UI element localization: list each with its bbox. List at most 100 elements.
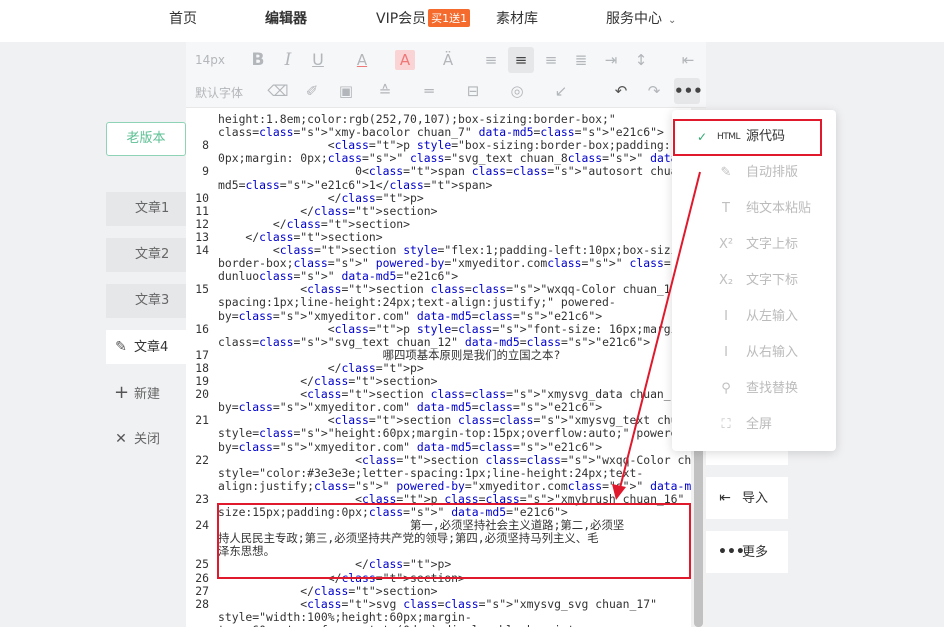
- menu-item-superscript[interactable]: X² 文字上标: [672, 227, 836, 263]
- line-number: 23: [195, 491, 209, 506]
- superscript-icon: X²: [718, 237, 734, 252]
- menu-item-label: 从左输入: [746, 309, 799, 324]
- chevron-down-icon: ⌄: [668, 15, 677, 26]
- line-number: 16: [195, 321, 209, 336]
- new-article-label: 新建: [134, 387, 161, 402]
- line-number: 12: [195, 216, 209, 231]
- bold-icon[interactable]: B: [245, 47, 271, 73]
- close-article-label: 关闭: [134, 432, 161, 447]
- nav-service-label: 服务中心: [606, 11, 662, 27]
- code-text: 0<class="t">span class=class="s">"autoso…: [218, 164, 691, 179]
- new-article-button[interactable]: + 新建: [106, 376, 186, 410]
- eraser-icon[interactable]: ⌫: [265, 78, 291, 104]
- code-text: by=class="s">"xmyeditor.com" data-md5=cl…: [218, 308, 603, 323]
- line-number: 14: [195, 243, 209, 257]
- underline-icon[interactable]: U: [305, 47, 331, 73]
- code-text: <class="t">svg class=class="s">"xmysvg_s…: [218, 596, 657, 611]
- redo-icon[interactable]: ↷: [641, 78, 667, 104]
- bulb-icon[interactable]: ◎: [504, 78, 530, 104]
- line-number: 9: [202, 164, 209, 179]
- sidebar-article-3[interactable]: 文章3: [106, 284, 186, 318]
- line-height-icon[interactable]: ↕: [628, 47, 654, 73]
- subscript-icon: X₂: [718, 273, 734, 288]
- sidebar-article-2[interactable]: 文章2: [106, 238, 186, 272]
- menu-item-label: 从右输入: [746, 345, 799, 360]
- line-number: 8: [202, 138, 209, 153]
- menu-item-cursor-right[interactable]: I 从右输入: [672, 335, 836, 371]
- divider-icon[interactable]: ═: [416, 78, 442, 104]
- code-line: md5=class="s">"e21c6">1</class="t">span>: [186, 178, 691, 192]
- border-icon[interactable]: ⊟: [460, 78, 486, 104]
- right-panel-cap: [706, 451, 788, 465]
- pen-icon: ✎: [720, 165, 732, 180]
- nav-vip-label: VIP会员: [376, 11, 427, 27]
- code-line: class=class="s">"svg_text chuan_12" data…: [186, 335, 691, 349]
- font-color-icon[interactable]: A: [349, 47, 375, 73]
- line-number: 24: [195, 518, 209, 533]
- indent-icon[interactable]: ⇥: [598, 47, 624, 73]
- align-justify-icon[interactable]: ≣: [568, 47, 594, 73]
- nav-service[interactable]: 服务中心 ⌄: [606, 8, 676, 28]
- highlighted-code-region: [217, 503, 691, 579]
- top-nav: 首页 编辑器 VIP会员 买1送1 素材库 服务中心 ⌄: [0, 0, 944, 42]
- import-button[interactable]: ⇤ 导入: [706, 477, 788, 519]
- import-label: 导入: [742, 491, 769, 506]
- align-right-icon[interactable]: ≡: [538, 47, 564, 73]
- letter-spacing-icon[interactable]: Ä: [435, 47, 461, 73]
- paragraph-spacing-icon[interactable]: ≙: [372, 78, 398, 104]
- close-article-button[interactable]: ✕ 关闭: [106, 422, 186, 456]
- more-options-menu: ✓ HTML 源代码 ✎ 自动排版 T 纯文本粘贴 X² 文字上标 X₂ 文字下标 I 从左输入 I 从右输…: [672, 110, 836, 451]
- line-number: 20: [195, 387, 209, 402]
- more-button[interactable]: •••更多: [706, 531, 788, 573]
- line-number: 22: [195, 452, 209, 467]
- align-left-icon[interactable]: ≡: [478, 47, 504, 73]
- nav-vip[interactable]: VIP会员 买1送1: [376, 8, 471, 28]
- nav-materials[interactable]: 素材库: [496, 8, 538, 28]
- import-icon: ⇤: [719, 490, 731, 506]
- cursor-left-icon: I: [724, 309, 728, 324]
- nav-home[interactable]: 首页: [169, 8, 197, 28]
- font-family-select[interactable]: 默认字体: [195, 84, 243, 101]
- menu-item-subscript[interactable]: X₂ 文字下标: [672, 263, 836, 299]
- code-text: style="width:100%;height:60px;margin-: [218, 609, 472, 624]
- code-text: <class="t">section class=class="s">"wxqq…: [218, 452, 691, 467]
- code-line: 10 </class="t">p>: [186, 191, 691, 205]
- menu-item-label: 全屏: [746, 417, 773, 432]
- menu-item-pen[interactable]: ✎ 自动排版: [672, 155, 836, 191]
- menu-item-label: 自动排版: [746, 165, 799, 180]
- code-text: </class="t">section>: [218, 216, 411, 231]
- cursor-right-icon: I: [724, 345, 728, 360]
- text-paste-icon: T: [722, 201, 730, 216]
- align-center-icon[interactable]: ≡: [508, 47, 534, 73]
- edit-icon: ✎: [115, 339, 127, 355]
- font-size-select[interactable]: 14px: [195, 53, 225, 67]
- sidebar-article-1[interactable]: 文章1: [106, 192, 186, 226]
- highlight-color-icon[interactable]: A: [395, 50, 415, 70]
- menu-item-search[interactable]: ⚲ 查找替换: [672, 371, 836, 407]
- undo-icon[interactable]: ↶: [608, 78, 634, 104]
- sidebar-article-4[interactable]: ✎ 文章4: [106, 330, 186, 364]
- old-version-button[interactable]: 老版本: [106, 122, 186, 156]
- code-line: align:justify;class="s">" powered-by="xm…: [186, 479, 691, 493]
- vip-promo-badge: 买1送1: [428, 9, 471, 27]
- menu-item-fullscreen[interactable]: ⛶ 全屏: [672, 407, 836, 443]
- nav-editor[interactable]: 编辑器: [265, 8, 307, 28]
- exit-icon[interactable]: ⇤: [675, 47, 701, 73]
- more-options-icon[interactable]: •••: [674, 78, 703, 104]
- code-line: by=class="s">"xmyeditor.com" data-md5=cl…: [186, 440, 691, 454]
- line-number: 11: [195, 203, 209, 218]
- image-icon[interactable]: ▣: [333, 78, 359, 104]
- menu-item-cursor-left[interactable]: I 从左输入: [672, 299, 836, 335]
- code-line: 28 <class="t">svg class=class="s">"xmysv…: [186, 596, 691, 611]
- italic-icon[interactable]: I: [275, 47, 301, 73]
- editor-toolbar: 14px B I U A A Ä ≡ ≡ ≡ ≣ ⇥ ↕ ⇤ 默认字体 ⌫ ✐ …: [186, 42, 706, 108]
- menu-item-text-paste[interactable]: T 纯文本粘贴: [672, 191, 836, 227]
- format-brush-icon[interactable]: ✐: [299, 78, 325, 104]
- line-number: 25: [195, 557, 209, 572]
- arrow-icon[interactable]: ↙: [548, 78, 574, 104]
- more-icon: •••: [718, 544, 745, 560]
- code-line: 11 </class="t">section>: [186, 203, 691, 218]
- line-number: 21: [195, 413, 209, 428]
- code-line: style="width:100%;height:60px;margin-: [186, 609, 691, 624]
- menu-item-label: 文字上标: [746, 237, 799, 252]
